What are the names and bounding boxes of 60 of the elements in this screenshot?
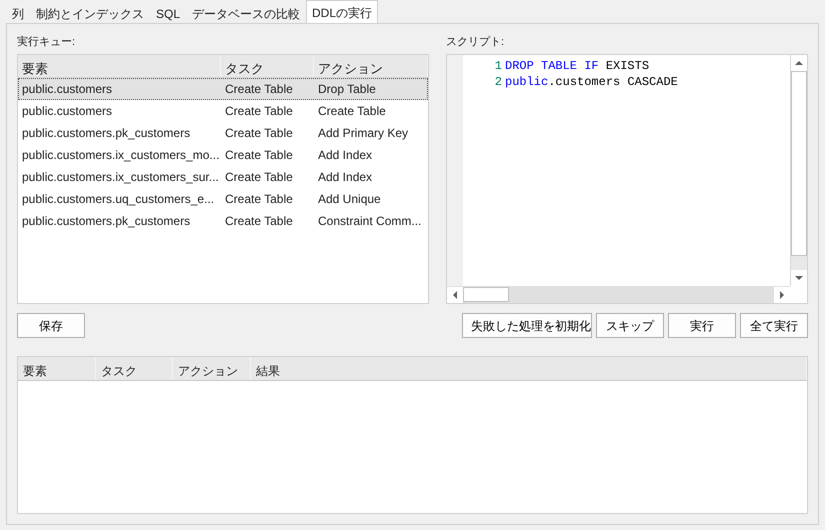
scroll-thumb[interactable] (791, 71, 807, 256)
table-cell-text: Create Table (224, 169, 294, 186)
queue-row[interactable]: public.customers Create Table Drop Table (18, 78, 428, 100)
table-cell-text: public.customers.pk_customers (21, 213, 192, 230)
tab[interactable]: SQL (150, 3, 186, 23)
table-cell-text: public.customers.pk_customers (21, 125, 192, 142)
queue-row[interactable]: public.customers.ix_customers_mo... Create Table Add Index (18, 144, 428, 166)
column-header[interactable]: 要素 (18, 55, 221, 77)
queue-label: 実行キュー: (17, 34, 76, 50)
vertical-scrollbar[interactable] (790, 55, 807, 286)
scroll-right-icon[interactable] (774, 286, 790, 302)
tab[interactable]: データベースの比較 (186, 3, 306, 23)
table-cell-text: public.customers (21, 81, 114, 98)
queue-row[interactable]: public.customers.uq_customers_e... Create Table Add Unique (18, 188, 428, 210)
scroll-thumb[interactable] (463, 287, 509, 302)
column-header[interactable]: アクション (173, 357, 251, 380)
tab[interactable]: DDLの実行 (306, 0, 378, 23)
code-line: public.customers CASCADE (505, 74, 678, 90)
queue-row[interactable]: public.customers.pk_customers Create Table Add Primary Key (18, 122, 428, 144)
table-cell-text: Add Primary Key (317, 125, 410, 142)
button[interactable]: 全て実行 (740, 313, 808, 338)
button[interactable]: 保存 (17, 313, 85, 338)
column-header[interactable]: タスク (96, 357, 173, 380)
table-cell-text: Create Table (224, 147, 294, 164)
button[interactable]: スキップ (596, 313, 664, 338)
script-editor[interactable]: 1 DROP TABLE IF EXISTS 2 public.customers CASCADE (446, 54, 808, 304)
tab[interactable]: 制約とインデックス (30, 3, 150, 23)
line-number: 1 (494, 58, 503, 74)
scroll-down-icon[interactable] (791, 270, 807, 286)
button[interactable]: 実行 (668, 313, 736, 338)
queue-row[interactable]: public.customers Create Table Create Table (18, 100, 428, 122)
table-cell-text: Create Table (224, 81, 294, 98)
queue-row[interactable]: public.customers.pk_customers Create Table Constraint Comm... (18, 210, 428, 232)
table-cell-text: Create Table (317, 103, 387, 120)
table-cell-text: Add Unique (317, 191, 382, 208)
table-cell-text: Create Table (224, 191, 294, 208)
column-header[interactable]: 要素 (18, 357, 96, 380)
line-number: 2 (494, 74, 503, 90)
button[interactable]: 失敗した処理を初期化 (462, 313, 592, 338)
table-cell-text: Drop Table (317, 81, 377, 98)
table-cell-text: Create Table (224, 213, 294, 230)
script-label: スクリプト: (446, 34, 506, 50)
table-cell-text: Create Table (224, 125, 294, 142)
tab[interactable]: 列 (6, 3, 30, 23)
column-header[interactable]: アクション (314, 55, 428, 77)
queue-row[interactable]: public.customers.ix_customers_sur... Create Table Add Index (18, 166, 428, 188)
table-cell-text: public.customers.uq_customers_e... (21, 191, 216, 208)
column-header[interactable]: タスク (221, 55, 314, 77)
table-cell-text: Add Index (317, 147, 374, 164)
scroll-up-icon[interactable] (791, 55, 807, 71)
table-cell-text: public.customers.ix_customers_mo... (21, 147, 220, 164)
column-header[interactable]: 結果 (251, 357, 807, 380)
table-cell-text: Create Table (224, 103, 294, 120)
table-cell-text: Add Index (317, 169, 374, 186)
code-line: DROP TABLE IF EXISTS (505, 58, 650, 74)
table-cell-text: Constraint Comm... (317, 213, 422, 230)
scroll-left-icon[interactable] (447, 286, 463, 302)
table-cell-text: public.customers.ix_customers_sur... (21, 169, 220, 186)
horizontal-scrollbar[interactable] (447, 286, 790, 303)
table-cell-text: public.customers (21, 103, 114, 120)
